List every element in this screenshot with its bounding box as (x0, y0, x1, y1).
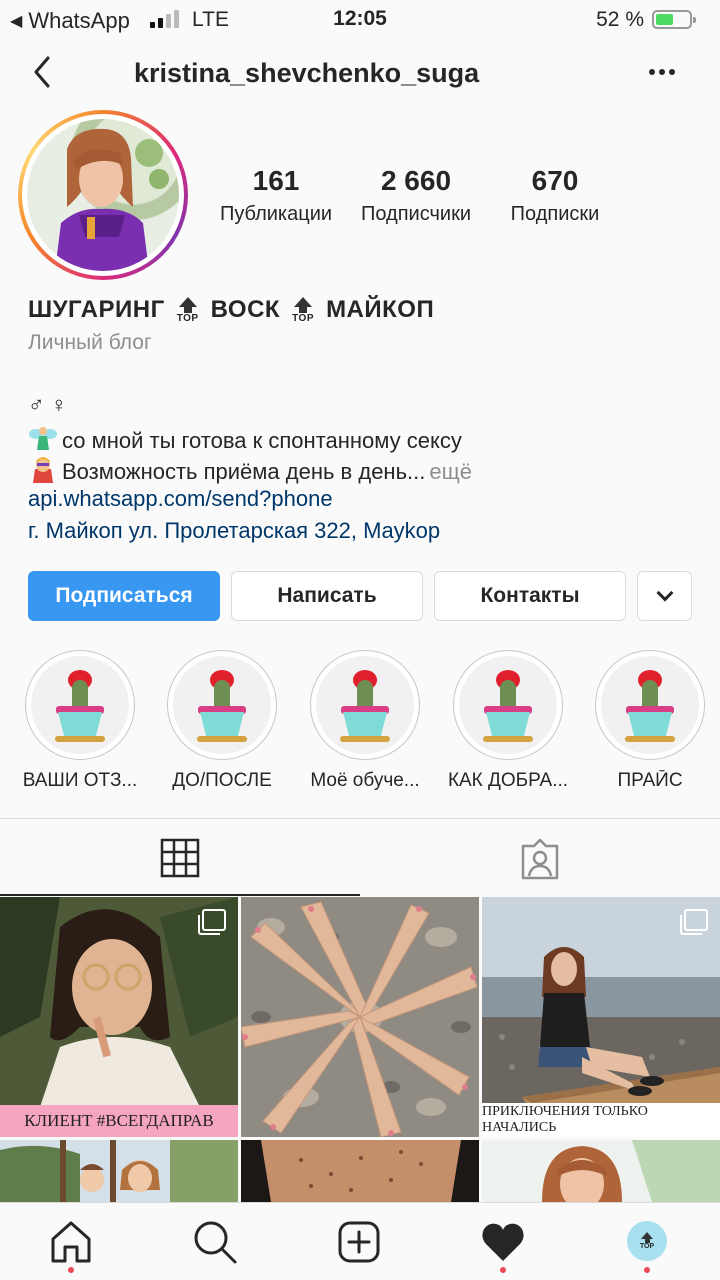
post-caption: КЛИЕНТ #ВСЕГДАПРАВ (0, 1105, 238, 1137)
contacts-button[interactable]: Контакты (434, 571, 626, 621)
follow-button[interactable]: Подписаться (28, 571, 220, 621)
activity-notification-dot (500, 1267, 506, 1273)
cactus-highlight-icon (31, 656, 129, 754)
highlight-label: ДО/ПОСЛЕ (172, 770, 272, 791)
post-caption: ПРИКЛЮЧЕНИЯ ТОЛЬКО НАЧАЛИСЬ (482, 1103, 720, 1137)
profile-tabs (0, 818, 720, 896)
highlight-label: ПРАЙС (617, 770, 683, 791)
more-dots-icon[interactable] (642, 52, 682, 92)
top-arrow-icon: TOP (290, 296, 316, 324)
cactus-highlight-icon (173, 656, 271, 754)
stat-following-value: 670 (531, 165, 579, 196)
superhero-icon (28, 455, 58, 489)
chevron-down-icon (656, 584, 673, 602)
stat-followers[interactable]: 2 660 Подписчики (352, 165, 480, 226)
post-thumbnail[interactable]: ПРИКЛЮЧЕНИЯ ТОЛЬКО НАЧАЛИСЬ (482, 897, 720, 1137)
stat-posts[interactable]: 161 Публикации (212, 165, 340, 226)
profile-avatar-icon[interactable]: TOP (627, 1221, 667, 1261)
add-post-icon[interactable] (336, 1219, 382, 1265)
status-bar: ◀ WhatsApp LTE 12:05 52 % (0, 0, 720, 40)
highlight-item[interactable]: ВАШИ ОТЗ... (10, 650, 150, 792)
highlight-label: КАК ДОБРА... (447, 770, 569, 791)
multiple-photos-icon (198, 909, 226, 935)
fairy-icon (28, 424, 58, 458)
bio-title-part: МАЙКОП (326, 296, 435, 323)
stat-following[interactable]: 670 Подписки (492, 165, 618, 226)
bio-line-1-text: со мной ты готова к спонтанному сексу (62, 428, 462, 453)
bio-line-2-text: Возможность приёма день в день... (62, 459, 426, 484)
active-tab-indicator (0, 894, 360, 896)
cactus-highlight-icon (316, 656, 414, 754)
home-icon[interactable] (48, 1219, 94, 1265)
highlight-item[interactable]: КАК ДОБРА... (438, 650, 578, 792)
profile-header: kristina_shevchenko_suga (0, 44, 720, 104)
cactus-highlight-icon (601, 656, 699, 754)
stat-following-label: Подписки (510, 203, 600, 225)
profile-avatar[interactable] (18, 110, 188, 280)
profile-username: kristina_shevchenko_suga (134, 58, 480, 88)
post-thumbnail[interactable] (482, 1140, 720, 1202)
heart-icon[interactable] (480, 1219, 526, 1265)
post-thumbnail[interactable] (241, 897, 479, 1137)
post-thumbnail[interactable] (241, 1140, 479, 1202)
bio-line-1: со мной ты готова к спонтанному сексу (28, 424, 462, 458)
avatar-photo (27, 119, 179, 271)
post-thumbnail[interactable]: КЛИЕНТ #ВСЕГДАПРАВ (0, 897, 238, 1137)
bio-title-part: ВОСК (210, 296, 281, 323)
bio-gender-line: ♂ ♀ (28, 392, 68, 417)
bio-title-part: ШУГАРИНГ (28, 296, 165, 323)
battery-percent: 52 % (596, 8, 644, 31)
bio-line-2: Возможность приёма день в день... ещё (28, 455, 472, 489)
stat-posts-value: 161 (252, 165, 300, 196)
posts-grid: КЛИЕНТ #ВСЕГДАПРАВ ПРИКЛЮЧЕНИЯ ТОЛЬКО НА… (0, 897, 720, 1202)
highlight-label: Моё обуче... (310, 770, 420, 791)
tagged-person-icon[interactable] (519, 838, 561, 880)
highlight-item[interactable]: Моё обуче... (295, 650, 435, 792)
suggested-dropdown-button[interactable] (637, 571, 692, 621)
bio-more-link[interactable]: ещё (429, 459, 472, 485)
bio-address-link[interactable]: г. Майкоп ул. Пролетарская 322, Maykop (28, 518, 440, 544)
battery-icon (652, 10, 696, 29)
search-icon[interactable] (192, 1219, 238, 1265)
highlight-label: ВАШИ ОТЗ... (22, 770, 138, 791)
message-button[interactable]: Написать (231, 571, 423, 621)
chevron-left-icon[interactable] (26, 52, 66, 92)
highlight-item[interactable]: ПРАЙС (580, 650, 720, 792)
bio-website-link[interactable]: api.whatsapp.com/send?phone (28, 486, 333, 512)
grid-icon[interactable] (160, 838, 200, 878)
highlight-item[interactable]: ДО/ПОСЛЕ (152, 650, 292, 792)
home-notification-dot (68, 1267, 74, 1273)
bio-category: Личный блог (28, 331, 152, 354)
stat-posts-label: Публикации (219, 203, 333, 225)
top-arrow-icon: TOP (175, 296, 201, 324)
post-thumbnail[interactable] (0, 1140, 238, 1202)
top-arrow-icon: TOP (634, 1231, 660, 1251)
cactus-highlight-icon (459, 656, 557, 754)
bio-title: ШУГАРИНГ TOP ВОСК TOP МАЙКОП (28, 296, 434, 324)
stat-followers-value: 2 660 (380, 165, 452, 196)
stat-followers-label: Подписчики (360, 203, 472, 225)
bottom-navigation: TOP (0, 1202, 720, 1280)
multiple-photos-icon (680, 909, 708, 935)
profile-notification-dot (644, 1267, 650, 1273)
